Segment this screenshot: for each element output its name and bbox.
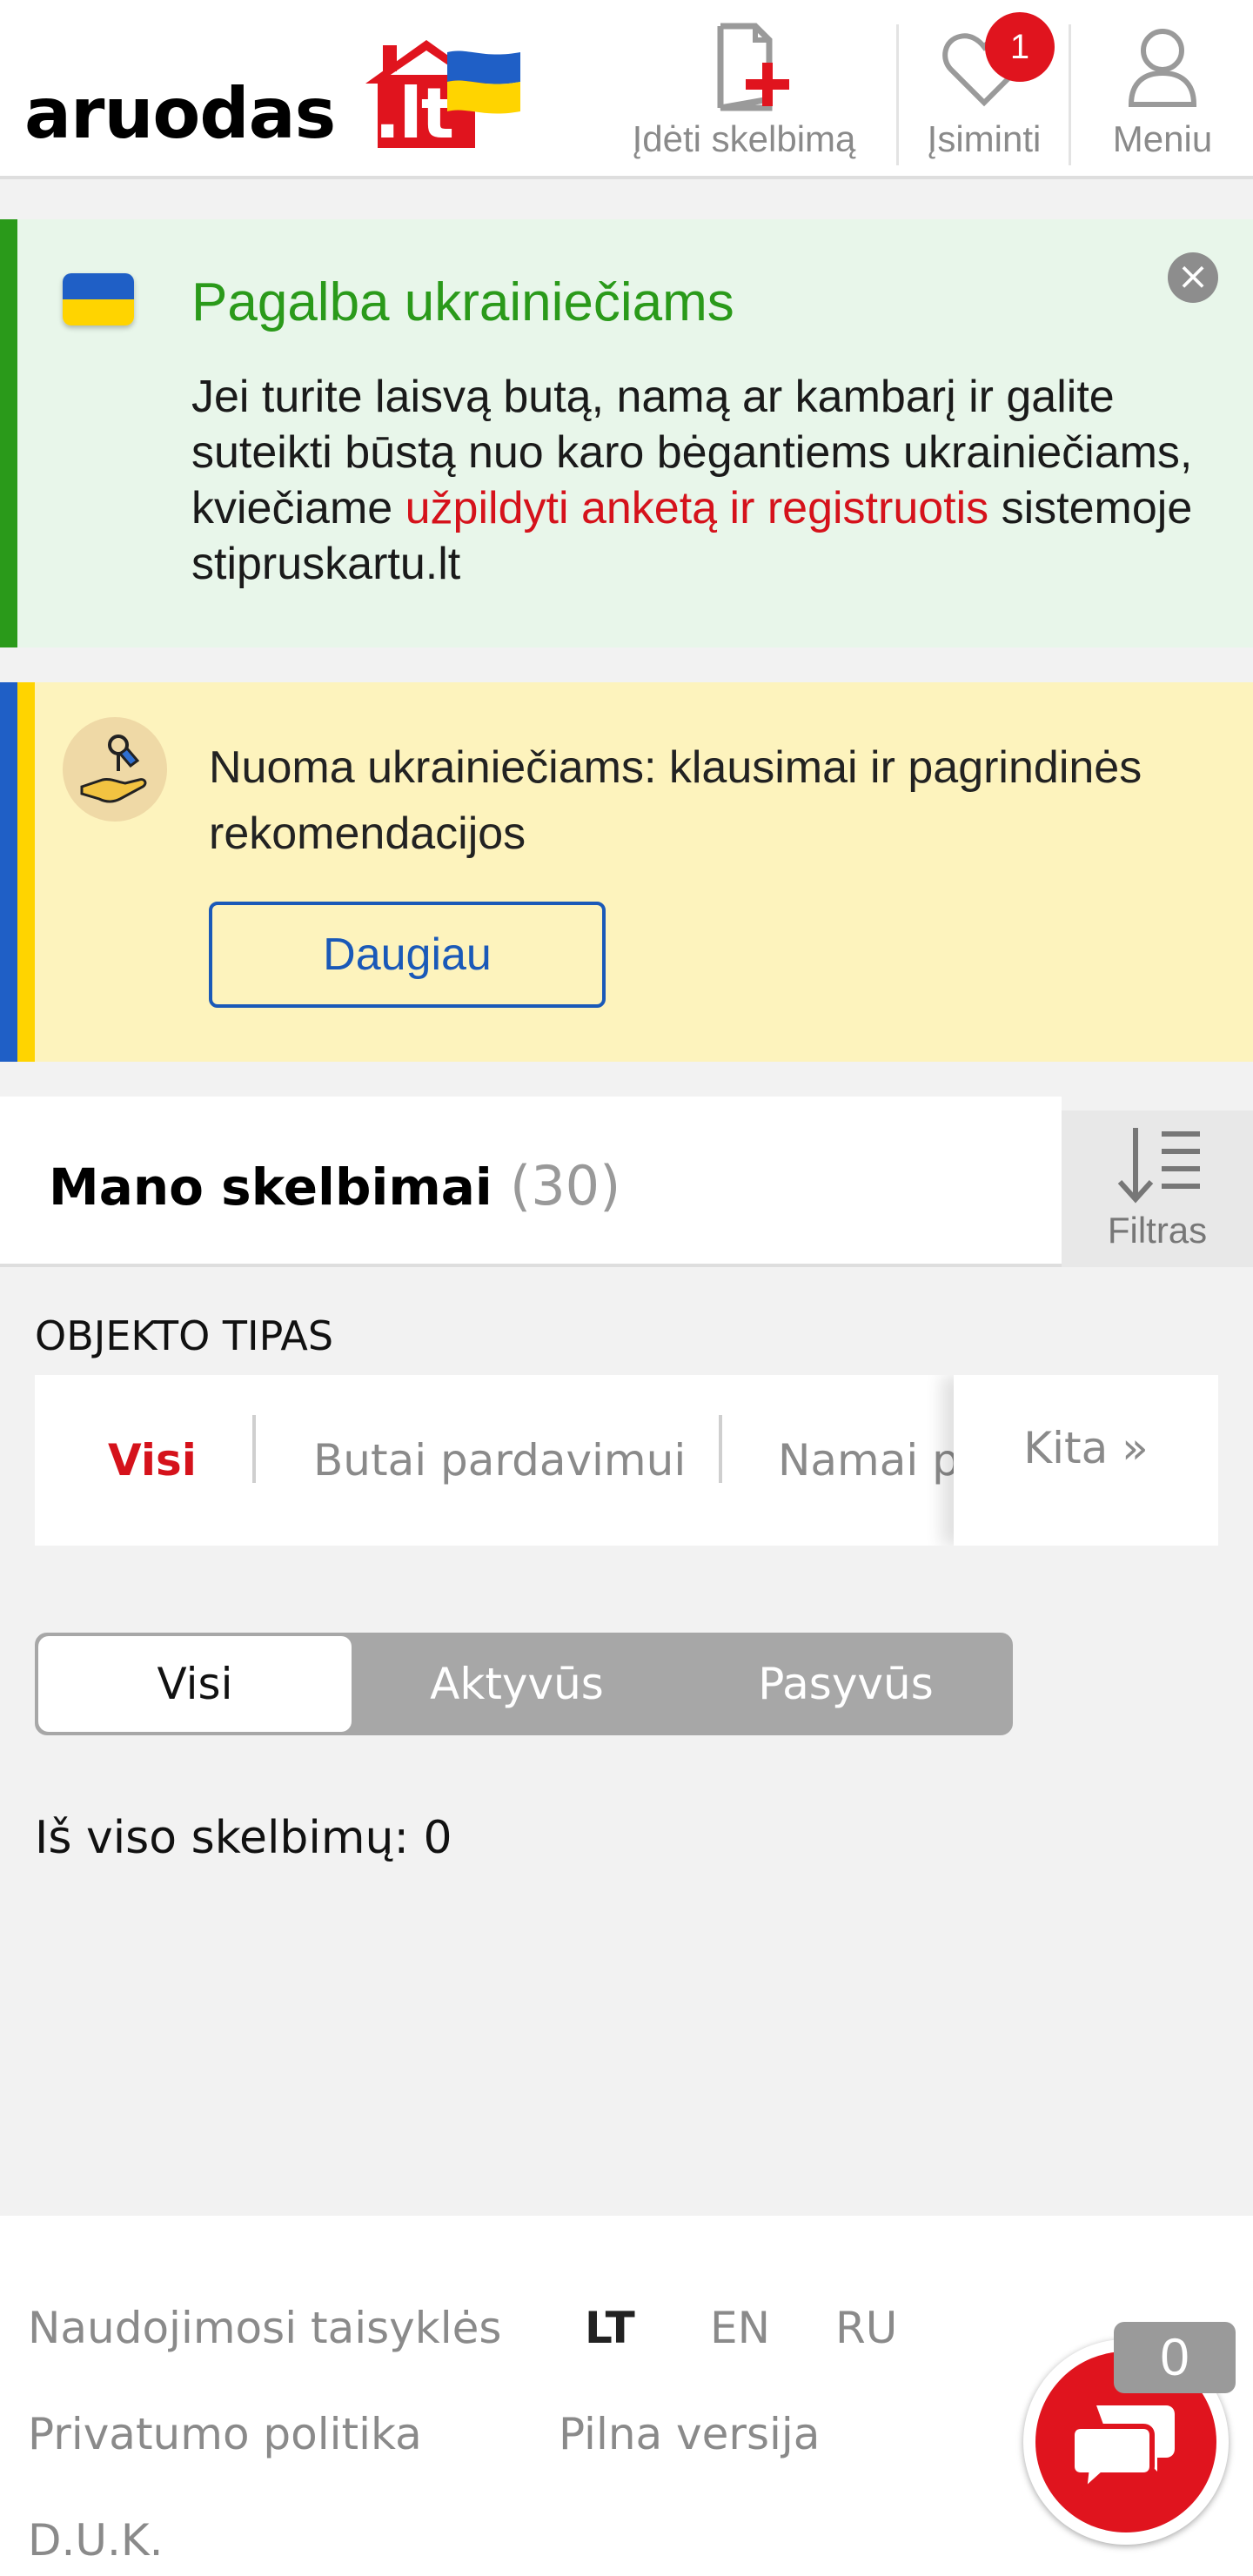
status-filter: Visi Aktyvūs Pasyvūs (35, 1633, 1013, 1735)
filter-button[interactable]: Filtras (1062, 1110, 1253, 1267)
add-document-icon (717, 23, 789, 111)
ukraine-help-banner: × Pagalba ukrainiečiams Jei turite laisv… (0, 219, 1253, 647)
object-type-tabs: Visi Butai pardavimui Namai pardavimui K… (35, 1375, 1218, 1546)
favorites-count-badge: 1 (985, 12, 1055, 82)
stripe-yellow (17, 682, 35, 1062)
page-title: Mano skelbimai (30) (49, 1154, 620, 1218)
favorites-button[interactable]: 1 Įsiminti (901, 12, 1067, 169)
header-divider (896, 24, 899, 165)
ukraine-flag-icon (447, 50, 520, 114)
menu-button[interactable]: Meniu (1072, 21, 1253, 169)
post-ad-button[interactable]: Įdėti skelbimą (618, 21, 870, 169)
filter-label: Filtras (1107, 1210, 1208, 1251)
favorites-label: Įsiminti (927, 118, 1042, 159)
user-icon (1128, 29, 1197, 107)
status-all[interactable]: Visi (38, 1636, 352, 1732)
tab-all[interactable]: Visi (108, 1375, 197, 1546)
total-ads-text: Iš viso skelbimų: 0 (35, 1812, 452, 1864)
aruodas-logo[interactable]: aruodas .lt (24, 40, 529, 154)
top-header: aruodas .lt Įdėti skelbimą 1 Įsiminti Me… (0, 0, 1253, 179)
lang-lt[interactable]: LT (585, 2303, 635, 2353)
tab-divider (252, 1415, 256, 1483)
status-active[interactable]: Aktyvūs (352, 1636, 682, 1732)
banner-text: Jei turite laisvą butą, namą ar kambarį … (191, 369, 1218, 592)
sort-filter-icon (1117, 1128, 1200, 1204)
faq-link[interactable]: D.U.K. (28, 2515, 164, 2566)
lang-ru[interactable]: RU (835, 2303, 897, 2353)
more-button[interactable]: Daugiau (209, 902, 606, 1008)
post-ad-label: Įdėti skelbimą (632, 118, 856, 159)
chat-count-badge: 0 (1114, 2322, 1236, 2393)
hand-key-icon (63, 717, 167, 822)
my-ads-header: Mano skelbimai (30) (0, 1097, 1062, 1267)
terms-link[interactable]: Naudojimosi taisyklės (28, 2303, 501, 2353)
tab-more[interactable]: Kita » (954, 1375, 1218, 1546)
tab-flats-for-sale[interactable]: Butai pardavimui (313, 1375, 686, 1546)
menu-label: Meniu (1112, 118, 1213, 159)
close-icon[interactable]: × (1168, 252, 1218, 303)
status-passive[interactable]: Pasyvūs (682, 1636, 1009, 1732)
banner-title: Pagalba ukrainiečiams (191, 272, 734, 332)
ukraine-flag-icon (63, 273, 134, 325)
stripe-blue (0, 682, 17, 1062)
object-type-label: OBJEKTO TIPAS (35, 1312, 334, 1359)
rent-info-text: Nuoma ukrainiečiams: klausimai ir pagrin… (209, 742, 1142, 859)
rent-info-banner: Nuoma ukrainiečiams: klausimai ir pagrin… (0, 682, 1253, 1062)
full-version-link[interactable]: Pilna versija (559, 2409, 820, 2459)
header-divider (1069, 24, 1071, 165)
title-text: Mano skelbimai (49, 1157, 492, 1217)
logo-text: aruodas (24, 73, 336, 154)
ads-count: (30) (510, 1154, 621, 1218)
register-link[interactable]: užpildyti anketą ir registruotis (405, 483, 989, 533)
privacy-link[interactable]: Privatumo politika (28, 2409, 422, 2459)
tab-divider (719, 1415, 722, 1483)
lang-en[interactable]: EN (710, 2303, 770, 2353)
